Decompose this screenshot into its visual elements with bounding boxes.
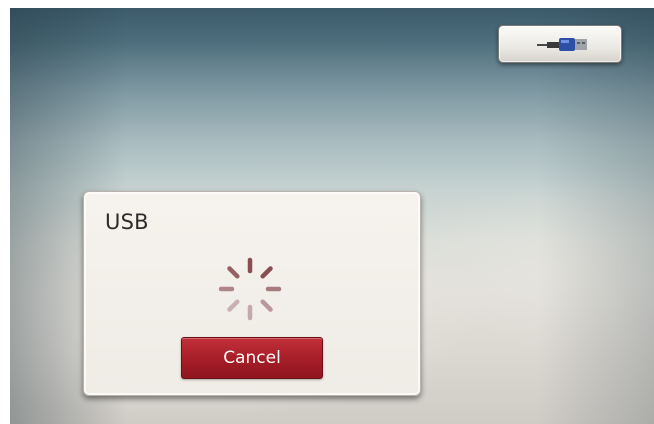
- tv-frame: USB Cancel: [0, 0, 654, 424]
- usb-status-indicator: [498, 25, 622, 63]
- usb-dialog: USB Cancel: [83, 191, 421, 396]
- tv-screen: USB Cancel: [10, 8, 654, 424]
- loading-spinner-icon: [218, 257, 282, 321]
- cancel-button[interactable]: Cancel: [181, 337, 323, 379]
- usb-connector-icon: [537, 38, 587, 51]
- dialog-title: USB: [105, 210, 149, 234]
